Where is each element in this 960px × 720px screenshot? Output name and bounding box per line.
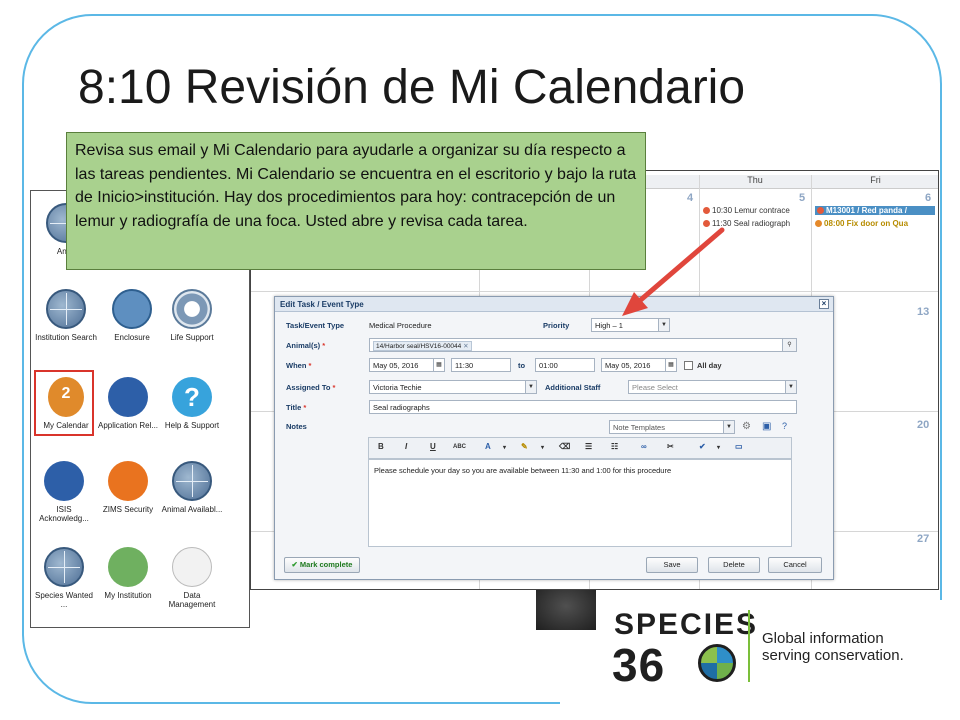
- arrow-shaft: [633, 227, 725, 307]
- logo-tagline-line: serving conservation.: [762, 647, 904, 664]
- species360-logo: SPECIES 36 Global information serving co…: [610, 604, 930, 694]
- globe-icon: [698, 644, 736, 682]
- logo-tagline-line: Global information: [762, 630, 884, 647]
- logo-divider: [748, 610, 750, 682]
- logo-tagline: Global information serving conservation.: [762, 630, 904, 664]
- logo-number: 36: [612, 639, 666, 691]
- logo-wordmark: SPECIES: [614, 608, 759, 641]
